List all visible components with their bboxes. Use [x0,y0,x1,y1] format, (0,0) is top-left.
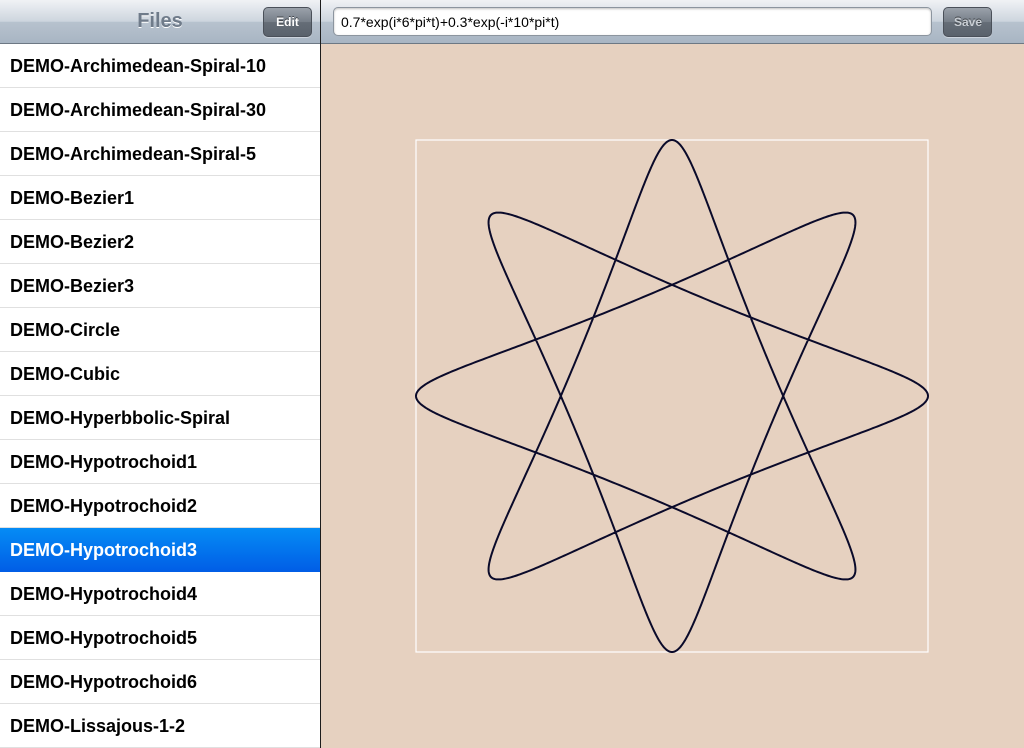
files-nav-bar: Files Edit [0,0,320,44]
file-row[interactable]: DEMO-Hypotrochoid3 [0,528,320,572]
file-row[interactable]: DEMO-Bezier3 [0,264,320,308]
plot-frame [415,139,929,653]
file-row[interactable]: DEMO-Circle [0,308,320,352]
formula-input[interactable] [333,7,932,36]
plot-svg [414,138,930,654]
plot-canvas [321,45,1024,748]
file-row[interactable]: DEMO-Hypotrochoid6 [0,660,320,704]
file-row[interactable]: DEMO-Hypotrochoid5 [0,616,320,660]
file-row[interactable]: DEMO-Bezier2 [0,220,320,264]
file-list: DEMO-Archimedean-Spiral-10 DEMO-Archimede… [0,44,320,748]
file-list-pane: Files Edit DEMO-Archimedean-Spiral-10 DEM… [0,0,320,748]
file-row[interactable]: DEMO-Hypotrochoid4 [0,572,320,616]
file-row[interactable]: DEMO-Archimedean-Spiral-10 [0,44,320,88]
file-row[interactable]: DEMO-Bezier1 [0,176,320,220]
formula-toolbar: Save [321,0,1024,44]
file-row[interactable]: DEMO-Hypotrochoid1 [0,440,320,484]
file-row[interactable]: DEMO-Archimedean-Spiral-5 [0,132,320,176]
file-row[interactable]: DEMO-Hyperbbolic-Spiral [0,396,320,440]
plot-pane: Save [321,0,1024,748]
edit-button[interactable]: Edit [263,7,312,37]
file-row[interactable]: DEMO-Hypotrochoid2 [0,484,320,528]
plot-curve [414,138,930,654]
file-row[interactable]: DEMO-Cubic [0,352,320,396]
file-row[interactable]: DEMO-Archimedean-Spiral-30 [0,88,320,132]
file-row[interactable]: DEMO-Lissajous-1-2 [0,704,320,748]
save-button[interactable]: Save [943,7,992,37]
